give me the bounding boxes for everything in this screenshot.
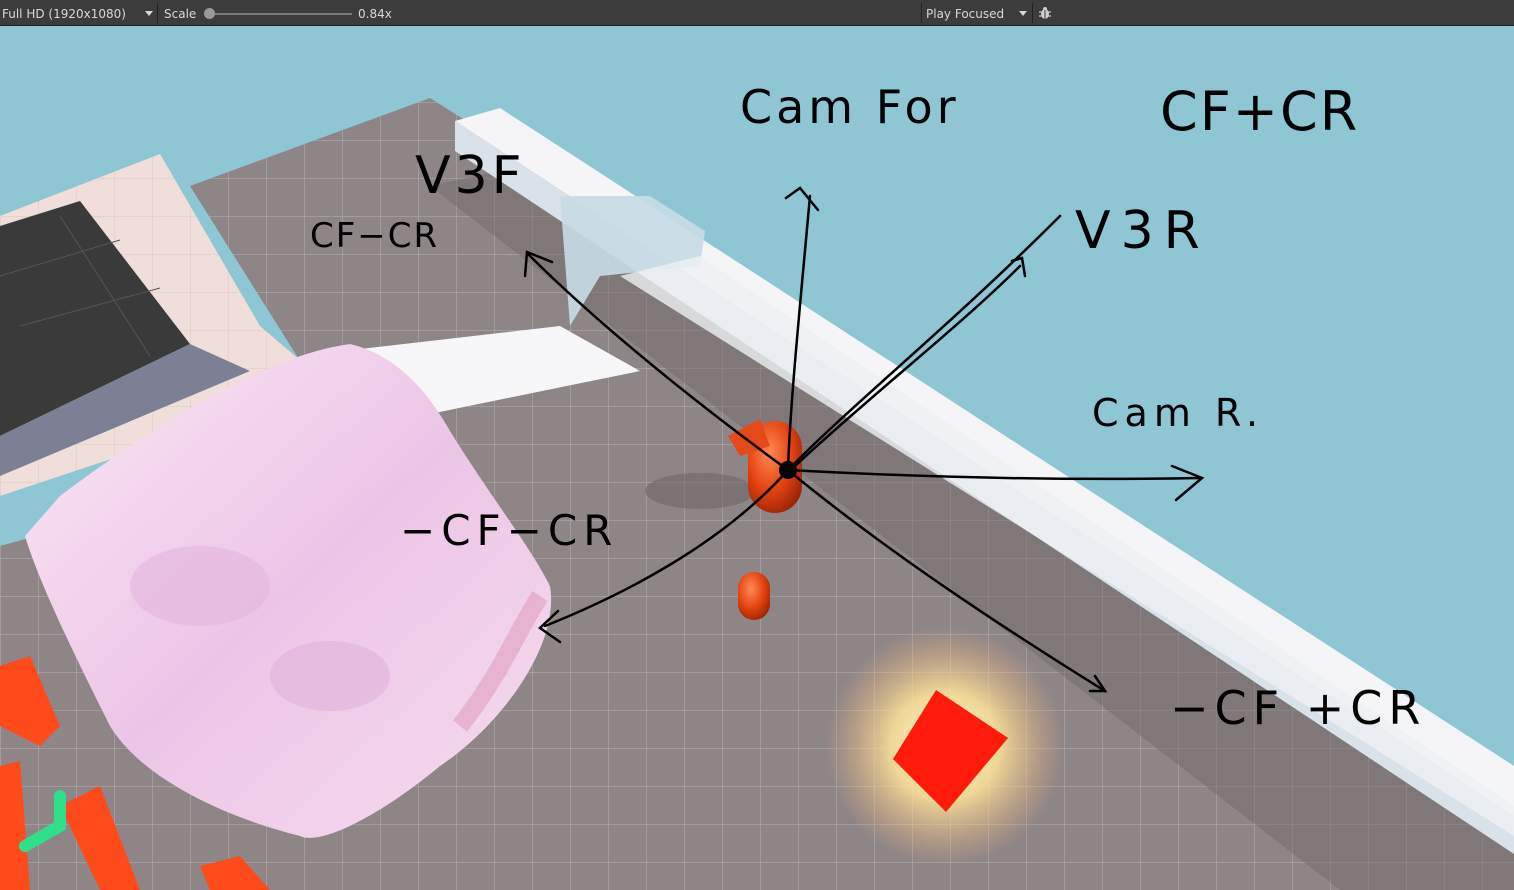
- scale-value: 0.84x: [358, 7, 392, 21]
- scene-render: [0, 98, 1514, 890]
- game-view-toolbar: Full HD (1920x1080) Scale 0.84x Play Foc…: [0, 0, 1514, 26]
- toolbar-divider: [1032, 3, 1033, 23]
- resolution-label: Full HD (1920x1080): [2, 7, 126, 21]
- scale-slider-track[interactable]: [206, 13, 352, 15]
- toolbar-divider: [921, 3, 922, 23]
- label-neg-cf-plus-cr: −CF +CR: [1170, 681, 1427, 735]
- play-mode-dropdown-arrow-icon[interactable]: [1019, 11, 1027, 16]
- small-capsule: [738, 572, 770, 620]
- toolbar-divider: [157, 3, 158, 23]
- scale-slider-handle[interactable]: [203, 8, 215, 19]
- label-v3r: V3R: [1075, 201, 1210, 261]
- bug-icon-glyph: [1039, 7, 1051, 19]
- resolution-dropdown[interactable]: Full HD (1920x1080): [2, 0, 126, 26]
- play-mode-dropdown[interactable]: Play Focused: [926, 0, 1004, 26]
- scale-label: Scale: [164, 7, 197, 21]
- label-cam-r: Cam R.: [1092, 391, 1265, 435]
- origin-dot: [779, 461, 797, 479]
- label-v3f: V3F: [415, 146, 526, 206]
- label-cam-for: Cam For: [740, 80, 960, 134]
- player-shadow: [645, 473, 755, 509]
- arrowhead-cam-right: [1170, 464, 1205, 502]
- label-neg-cf-minus-cr: −CF−CR: [400, 506, 619, 555]
- resolution-dropdown-arrow-icon[interactable]: [145, 11, 153, 16]
- arrowhead-cam-forward: [784, 186, 820, 212]
- label-cf-minus-cr: CF−CR: [310, 216, 440, 256]
- game-viewport[interactable]: Cam For CF+CR V3F CF−CR V3R Cam R. −CF−C…: [0, 26, 1514, 890]
- bug-icon[interactable]: [1038, 6, 1052, 22]
- label-cf-plus-cr: CF+CR: [1160, 80, 1360, 143]
- play-mode-label: Play Focused: [926, 7, 1005, 21]
